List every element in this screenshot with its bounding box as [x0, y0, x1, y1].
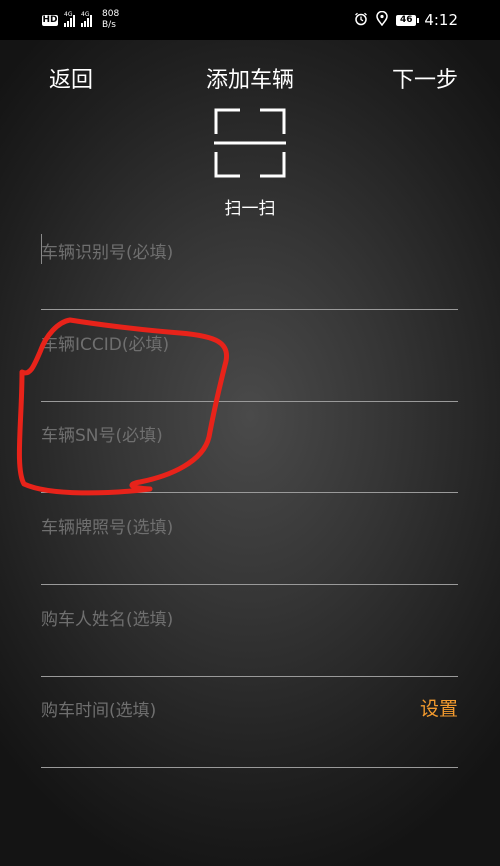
status-right: 46 4:12: [354, 0, 458, 40]
hd-badge: HD: [42, 14, 58, 26]
next-step-button[interactable]: 下一步: [392, 62, 458, 94]
signal-icon-sim2: 4G: [81, 11, 92, 27]
nav-bar: 返回 添加车辆 下一步: [0, 58, 500, 94]
scan-icon: [200, 108, 300, 186]
network-speed-value: 808: [102, 9, 120, 19]
battery-icon: 46: [396, 14, 420, 26]
field-underline: [41, 767, 458, 768]
plate-placeholder: 车辆牌照号(选填): [41, 518, 174, 538]
iccid-field[interactable]: 车辆ICCID(必填): [41, 310, 458, 402]
iccid-placeholder: 车辆ICCID(必填): [41, 335, 170, 355]
plate-field[interactable]: 车辆牌照号(选填): [41, 493, 458, 585]
sn-field[interactable]: 车辆SN号(必填): [41, 401, 458, 493]
scan-label: 扫一扫: [224, 199, 276, 219]
buyer-name-field[interactable]: 购车人姓名(选填): [41, 585, 458, 677]
alarm-icon: [354, 11, 368, 30]
status-bar: HD 4G 4G 808 B/s 46 4:12: [0, 0, 500, 40]
signal-icon-sim1: 4G: [64, 11, 75, 27]
status-left: HD 4G 4G 808 B/s: [42, 0, 119, 40]
set-time-button[interactable]: 设置: [420, 694, 458, 721]
purchase-time-field: 购车时间(选填) 设置: [41, 676, 458, 768]
vin-placeholder: 车辆识别号(必填): [41, 243, 174, 263]
network-speed: 808 B/s: [102, 9, 119, 31]
location-icon: [376, 10, 389, 30]
scan-button[interactable]: 扫一扫: [200, 106, 300, 219]
sn-placeholder: 车辆SN号(必填): [41, 426, 163, 446]
clock: 4:12: [424, 11, 458, 29]
network-speed-unit: B/s: [102, 20, 116, 30]
purchase-time-placeholder: 购车时间(选填): [41, 701, 157, 721]
vin-field[interactable]: 车辆识别号(必填): [41, 218, 458, 310]
buyer-name-placeholder: 购车人姓名(选填): [41, 610, 174, 630]
